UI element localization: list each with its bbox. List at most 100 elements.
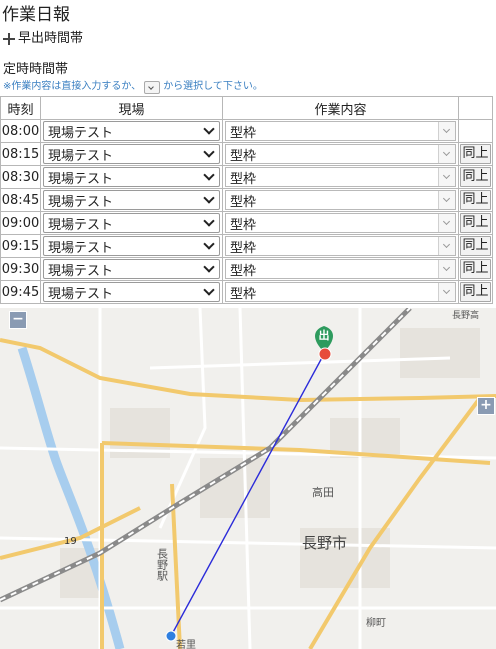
work-combobox[interactable]: 型枠 [225, 121, 456, 141]
work-dropdown-button[interactable] [438, 283, 455, 301]
work-cell: 型枠 [222, 119, 459, 143]
same-as-above-button[interactable]: 同上 [460, 282, 491, 302]
zoom-in-button[interactable]: + [477, 397, 495, 415]
work-cell: 型枠 [222, 280, 459, 304]
site-select-value: 現場テスト [48, 194, 114, 210]
label-wakasato: 若里 [176, 638, 196, 649]
zoom-out-button[interactable]: − [9, 311, 27, 329]
table-row: 08:00 現場テスト 型枠 [0, 119, 493, 143]
map-svg[interactable]: 出 高田 長野市 長野駅 19 若里 柳町 長野高 [0, 308, 496, 649]
work-input[interactable]: 型枠 [226, 145, 438, 164]
work-combobox[interactable]: 型枠 [225, 213, 456, 233]
work-input[interactable]: 型枠 [226, 283, 438, 302]
site-select[interactable]: 現場テスト [43, 259, 220, 279]
same-as-above-button[interactable]: 同上 [460, 259, 491, 279]
work-dropdown-button[interactable] [438, 260, 455, 278]
same-cell: 同上 [458, 257, 493, 281]
site-cell: 現場テスト [40, 119, 223, 143]
table-row: 09:00 現場テスト 型枠 同上 [0, 211, 493, 235]
time-cell: 08:30 [0, 165, 41, 189]
work-combobox[interactable]: 型枠 [225, 190, 456, 210]
site-select-value: 現場テスト [48, 286, 114, 302]
work-dropdown-button[interactable] [438, 191, 455, 209]
schedule-rows: 08:00 現場テスト 型枠 08:15 現場テスト 型枠 同上 08:30 現場テスト 型枠 同上… [0, 119, 493, 304]
same-cell: 同上 [458, 280, 493, 304]
work-input[interactable]: 型枠 [226, 168, 438, 187]
same-cell: 同上 [458, 188, 493, 212]
site-select[interactable]: 現場テスト [43, 282, 220, 302]
same-cell: 同上 [458, 211, 493, 235]
label-yagyo: 柳町 [366, 616, 386, 629]
destination-dot[interactable] [318, 347, 332, 361]
current-location-dot[interactable] [165, 630, 177, 642]
label-route-19: 19 [64, 536, 77, 547]
site-select[interactable]: 現場テスト [43, 190, 220, 210]
work-dropdown-button[interactable] [438, 237, 455, 255]
work-cell: 型枠 [222, 142, 459, 166]
site-select[interactable]: 現場テスト [43, 236, 220, 256]
work-dropdown-button[interactable] [438, 122, 455, 140]
work-dropdown-button[interactable] [438, 145, 455, 163]
site-select-value: 現場テスト [48, 125, 114, 141]
label-nagano-city: 長野市 [302, 534, 347, 552]
chevron-down-icon [203, 123, 215, 135]
work-combobox[interactable]: 型枠 [225, 236, 456, 256]
work-input[interactable]: 型枠 [226, 260, 438, 279]
work-combobox[interactable]: 型枠 [225, 282, 456, 302]
marker-label: 出 [319, 328, 330, 342]
chevron-down-icon [203, 261, 215, 273]
chevron-down-icon [203, 215, 215, 227]
same-as-above-button[interactable]: 同上 [460, 167, 491, 187]
site-select[interactable]: 現場テスト [43, 121, 220, 141]
time-cell: 08:00 [0, 119, 41, 143]
dropdown-caret-icon [144, 80, 161, 94]
map-view[interactable]: 出 高田 長野市 長野駅 19 若里 柳町 長野高 − + [0, 308, 496, 649]
same-as-above-button[interactable]: 同上 [460, 190, 491, 210]
site-select-value: 現場テスト [48, 217, 114, 233]
work-dropdown-button[interactable] [438, 214, 455, 232]
work-combobox[interactable]: 型枠 [225, 144, 456, 164]
table-row: 09:45 現場テスト 型枠 同上 [0, 280, 493, 304]
early-shift-toggle[interactable]: 早出時間帯 [3, 30, 83, 47]
site-select[interactable]: 現場テスト [43, 167, 220, 187]
table-row: 08:15 現場テスト 型枠 同上 [0, 142, 493, 166]
same-as-above-button[interactable]: 同上 [460, 236, 491, 256]
same-cell: 同上 [458, 234, 493, 258]
site-cell: 現場テスト [40, 257, 223, 281]
work-input[interactable]: 型枠 [226, 122, 438, 141]
label-top-right: 長野高 [452, 309, 479, 321]
work-input[interactable]: 型枠 [226, 237, 438, 256]
work-input[interactable]: 型枠 [226, 214, 438, 233]
site-select-value: 現場テスト [48, 263, 114, 279]
table-row: 08:30 現場テスト 型枠 同上 [0, 165, 493, 189]
header-site: 現場 [40, 96, 223, 120]
header-time: 時刻 [0, 96, 41, 120]
site-cell: 現場テスト [40, 211, 223, 235]
work-dropdown-button[interactable] [438, 168, 455, 186]
site-cell: 現場テスト [40, 165, 223, 189]
header-work: 作業内容 [222, 96, 459, 120]
time-cell: 08:45 [0, 188, 41, 212]
site-select[interactable]: 現場テスト [43, 144, 220, 164]
same-as-above-button[interactable]: 同上 [460, 213, 491, 233]
same-as-above-button[interactable]: 同上 [460, 144, 491, 164]
site-cell: 現場テスト [40, 188, 223, 212]
same-cell: 同上 [458, 165, 493, 189]
plus-icon [3, 32, 15, 45]
work-combobox[interactable]: 型枠 [225, 167, 456, 187]
chevron-down-icon [203, 284, 215, 296]
same-cell [458, 119, 493, 143]
table-header-row: 時刻 現場 作業内容 [0, 96, 493, 120]
site-select-value: 現場テスト [48, 240, 114, 256]
work-combobox[interactable]: 型枠 [225, 259, 456, 279]
site-select[interactable]: 現場テスト [43, 213, 220, 233]
input-hint: ※作業内容は直接入力するか、 から選択して下さい。 [3, 80, 263, 94]
site-select-value: 現場テスト [48, 171, 114, 187]
chevron-down-icon [203, 146, 215, 158]
chevron-down-icon [203, 169, 215, 181]
page-title: 作業日報 [2, 5, 70, 25]
chevron-down-icon [203, 192, 215, 204]
work-cell: 型枠 [222, 188, 459, 212]
early-shift-label: 早出時間帯 [18, 31, 84, 46]
work-input[interactable]: 型枠 [226, 191, 438, 210]
